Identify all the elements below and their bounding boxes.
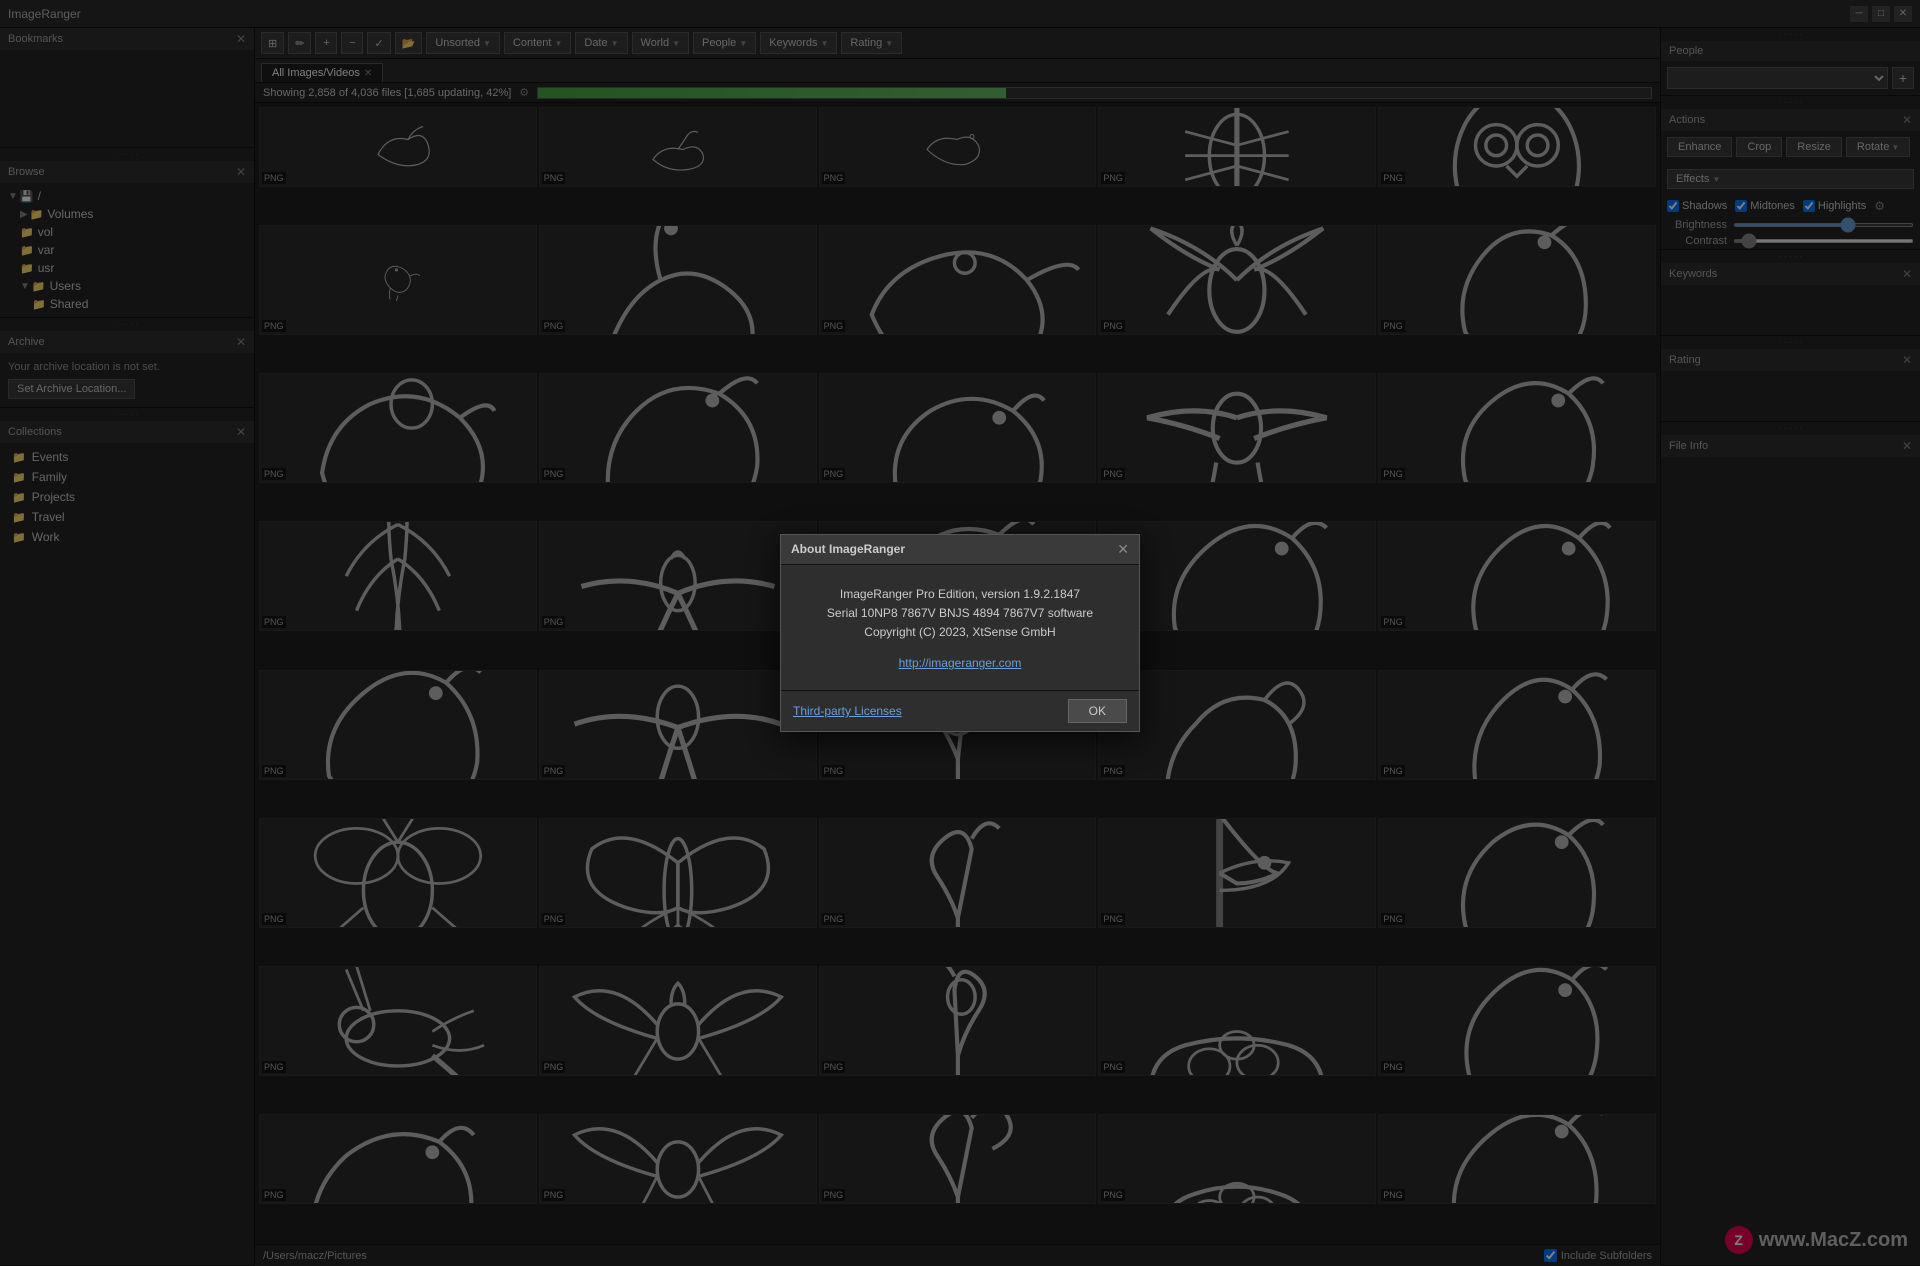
dialog-line2: Serial 10NP8 7867V BNJS 4894 7867V7 soft…	[801, 604, 1119, 623]
dialog-line1: ImageRanger Pro Edition, version 1.9.2.1…	[801, 585, 1119, 604]
dialog-url-link[interactable]: http://imageranger.com	[899, 656, 1022, 670]
dialog-ok-button[interactable]: OK	[1068, 699, 1127, 723]
third-party-licenses-button[interactable]: Third-party Licenses	[793, 704, 902, 718]
dialog-line3: Copyright (C) 2023, XtSense GmbH	[801, 623, 1119, 642]
dialog-close-button[interactable]: ✕	[1117, 541, 1129, 558]
dialog-overlay: About ImageRanger ✕ ImageRanger Pro Edit…	[0, 0, 1920, 1266]
dialog-title: About ImageRanger	[791, 542, 905, 556]
about-dialog: About ImageRanger ✕ ImageRanger Pro Edit…	[780, 534, 1140, 733]
dialog-footer: Third-party Licenses OK	[781, 690, 1139, 731]
dialog-title-bar: About ImageRanger ✕	[781, 535, 1139, 565]
dialog-body: ImageRanger Pro Edition, version 1.9.2.1…	[781, 565, 1139, 691]
